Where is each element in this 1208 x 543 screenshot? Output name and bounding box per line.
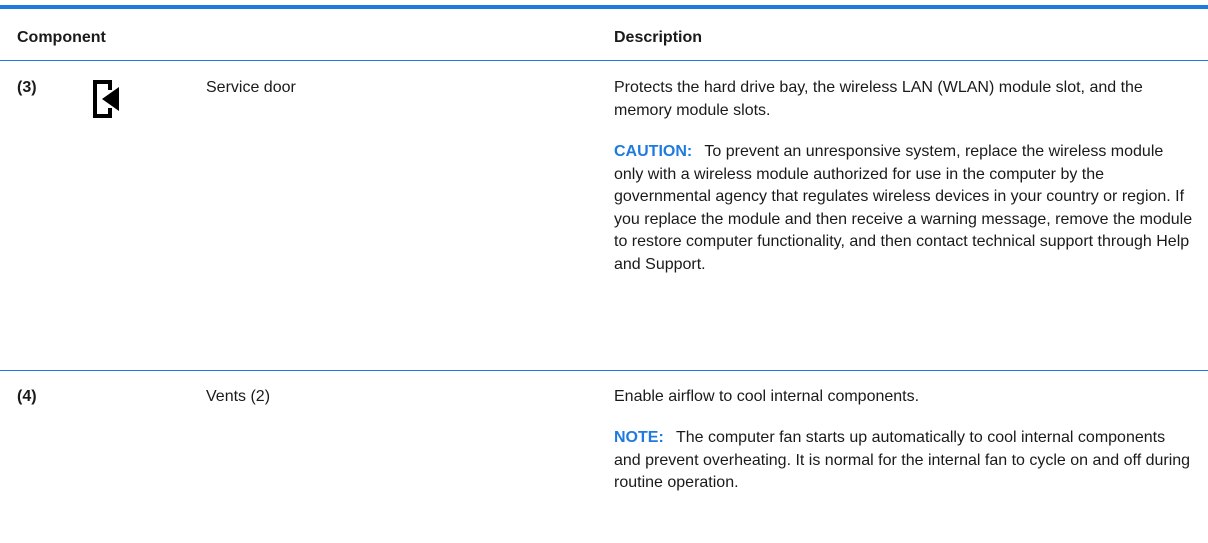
table-header-row: Component Description	[0, 9, 1208, 55]
header-component: Component	[17, 29, 106, 46]
table-row: (4) Vents (2) Enable airflow to cool int…	[0, 371, 1208, 543]
component-description: Enable airflow to cool internal componen…	[614, 386, 1194, 409]
note-text: The computer fan starts up automatically…	[614, 429, 1191, 491]
service-door-icon	[88, 76, 134, 122]
caution-note: CAUTION: To prevent an unresponsive syst…	[614, 141, 1194, 276]
row-callout: (4)	[17, 388, 37, 405]
description-text: Enable airflow to cool internal componen…	[614, 388, 920, 405]
row-callout: (3)	[17, 79, 37, 96]
caution-label: CAUTION:	[614, 143, 693, 160]
description-text: Protects the hard drive bay, the wireles…	[614, 79, 1143, 119]
note-label: NOTE:	[614, 429, 664, 446]
table-row: (3) Service door Protects the hard drive…	[0, 61, 1208, 370]
caution-text: To prevent an unresponsive system, repla…	[614, 143, 1193, 273]
component-description: Protects the hard drive bay, the wireles…	[614, 77, 1194, 122]
component-name: Service door	[206, 79, 296, 96]
component-name: Vents (2)	[206, 388, 271, 405]
note-block: NOTE: The computer fan starts up automat…	[614, 427, 1194, 495]
header-description: Description	[614, 29, 703, 46]
